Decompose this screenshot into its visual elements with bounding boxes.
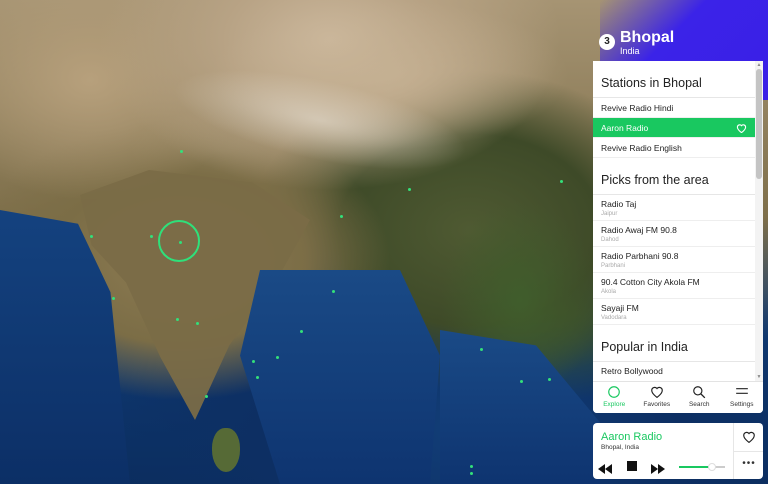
station-dot[interactable] xyxy=(180,150,183,153)
section-title-stations: Stations in Bhopal xyxy=(593,61,755,98)
pick-name: Retro Bollywood xyxy=(601,366,663,376)
volume-knob[interactable] xyxy=(708,463,717,471)
map-sea xyxy=(240,270,440,484)
pick-name: Radio Parbhani 90.8 xyxy=(601,251,679,261)
player: Aaron Radio Bhopal, India ••• xyxy=(593,423,763,479)
station-dot[interactable] xyxy=(470,465,473,468)
nav-favorites[interactable]: Favorites xyxy=(636,382,679,413)
player-station-title[interactable]: Aaron Radio xyxy=(601,431,662,443)
heart-icon xyxy=(636,385,679,400)
bottom-nav: Explore Favorites Search Settings xyxy=(593,381,763,413)
station-dot[interactable] xyxy=(470,472,473,475)
station-row-active[interactable]: Aaron Radio xyxy=(593,118,755,138)
pick-name: Radio Taj xyxy=(601,199,637,209)
favorite-heart-icon[interactable] xyxy=(742,430,756,444)
station-dot[interactable] xyxy=(520,380,523,383)
station-dot[interactable] xyxy=(340,215,343,218)
divider xyxy=(733,451,763,452)
nav-label: Search xyxy=(688,401,710,408)
city-header: 3 Bhopal India xyxy=(593,27,763,61)
pick-row[interactable]: Retro Bollywood xyxy=(593,362,755,381)
map-land xyxy=(212,428,240,472)
pick-row[interactable]: Radio Parbhani 90.8 Parbhani xyxy=(593,247,755,273)
compass-icon xyxy=(593,385,636,400)
station-dot[interactable] xyxy=(548,378,551,381)
pick-city: Dahod xyxy=(601,237,619,243)
nav-label: Settings xyxy=(730,401,754,408)
city-name: Bhopal xyxy=(620,29,675,46)
scroll-thumb[interactable] xyxy=(756,69,762,179)
pick-name: 90.4 Cotton City Akola FM xyxy=(601,277,700,287)
station-dot[interactable] xyxy=(300,330,303,333)
station-dot[interactable] xyxy=(332,290,335,293)
nav-label: Explore xyxy=(603,401,626,408)
scroll-down-icon[interactable]: ▼ xyxy=(756,374,762,380)
pick-city: Akola xyxy=(601,289,617,295)
station-dot[interactable] xyxy=(112,297,115,300)
panel-scrollbar[interactable]: ▲ ▼ xyxy=(755,61,763,381)
menu-icon xyxy=(721,385,764,400)
pick-row[interactable]: Radio Taj Jaipur xyxy=(593,195,755,221)
pick-row[interactable]: Radio Awaj FM 90.8 Dahod xyxy=(593,221,755,247)
fast-forward-icon[interactable] xyxy=(651,461,665,474)
station-dot[interactable] xyxy=(176,318,179,321)
more-options-icon[interactable]: ••• xyxy=(742,459,756,469)
picks-list: Radio Taj Jaipur Radio Awaj FM 90.8 Daho… xyxy=(593,195,755,325)
panel-scroll-area[interactable]: Stations in Bhopal Revive Radio Hindi Aa… xyxy=(593,61,755,381)
selected-location-marker[interactable] xyxy=(158,220,200,262)
station-dot[interactable] xyxy=(205,395,208,398)
nav-settings[interactable]: Settings xyxy=(721,382,764,413)
pick-city: Vadodara xyxy=(601,315,627,321)
city-country: India xyxy=(620,46,640,56)
station-dot[interactable] xyxy=(560,180,563,183)
station-dot[interactable] xyxy=(480,348,483,351)
rewind-icon[interactable] xyxy=(598,461,612,474)
player-station-location: Bhopal, India xyxy=(601,444,639,451)
station-dot[interactable] xyxy=(150,235,153,238)
station-count-badge: 3 xyxy=(599,34,615,50)
heart-icon[interactable] xyxy=(736,123,747,136)
pick-row[interactable]: Sayaji FM Vadodara xyxy=(593,299,755,325)
stop-icon[interactable] xyxy=(627,461,637,471)
nav-search[interactable]: Search xyxy=(678,382,721,413)
nav-explore[interactable]: Explore xyxy=(593,382,636,413)
popular-list: Retro Bollywood xyxy=(593,362,755,381)
volume-slider[interactable] xyxy=(679,463,725,471)
pick-name: Radio Awaj FM 90.8 xyxy=(601,225,677,235)
station-dot[interactable] xyxy=(252,360,255,363)
section-title-picks: Picks from the area xyxy=(593,158,755,195)
pick-city: Jaipur xyxy=(601,211,618,217)
station-dot[interactable] xyxy=(196,322,199,325)
station-panel: Stations in Bhopal Revive Radio Hindi Aa… xyxy=(593,61,763,413)
station-list: Revive Radio Hindi Aaron Radio Revive Ra… xyxy=(593,98,755,158)
nav-label: Favorites xyxy=(643,401,671,408)
pick-name: Sayaji FM xyxy=(601,303,639,313)
pick-row[interactable]: 90.4 Cotton City Akola FM Akola xyxy=(593,273,755,299)
station-dot[interactable] xyxy=(90,235,93,238)
station-dot[interactable] xyxy=(256,376,259,379)
station-dot[interactable] xyxy=(276,356,279,359)
scroll-up-icon[interactable]: ▲ xyxy=(756,62,762,68)
station-name: Revive Radio English xyxy=(601,143,682,153)
station-name: Revive Radio Hindi xyxy=(601,103,674,113)
station-row[interactable]: Revive Radio Hindi xyxy=(593,98,755,118)
pick-city: Parbhani xyxy=(601,263,626,269)
section-title-popular: Popular in India xyxy=(593,325,755,362)
station-row[interactable]: Revive Radio English xyxy=(593,138,755,158)
station-dot[interactable] xyxy=(408,188,411,191)
station-name: Aaron Radio xyxy=(601,123,649,133)
search-icon xyxy=(678,385,721,400)
